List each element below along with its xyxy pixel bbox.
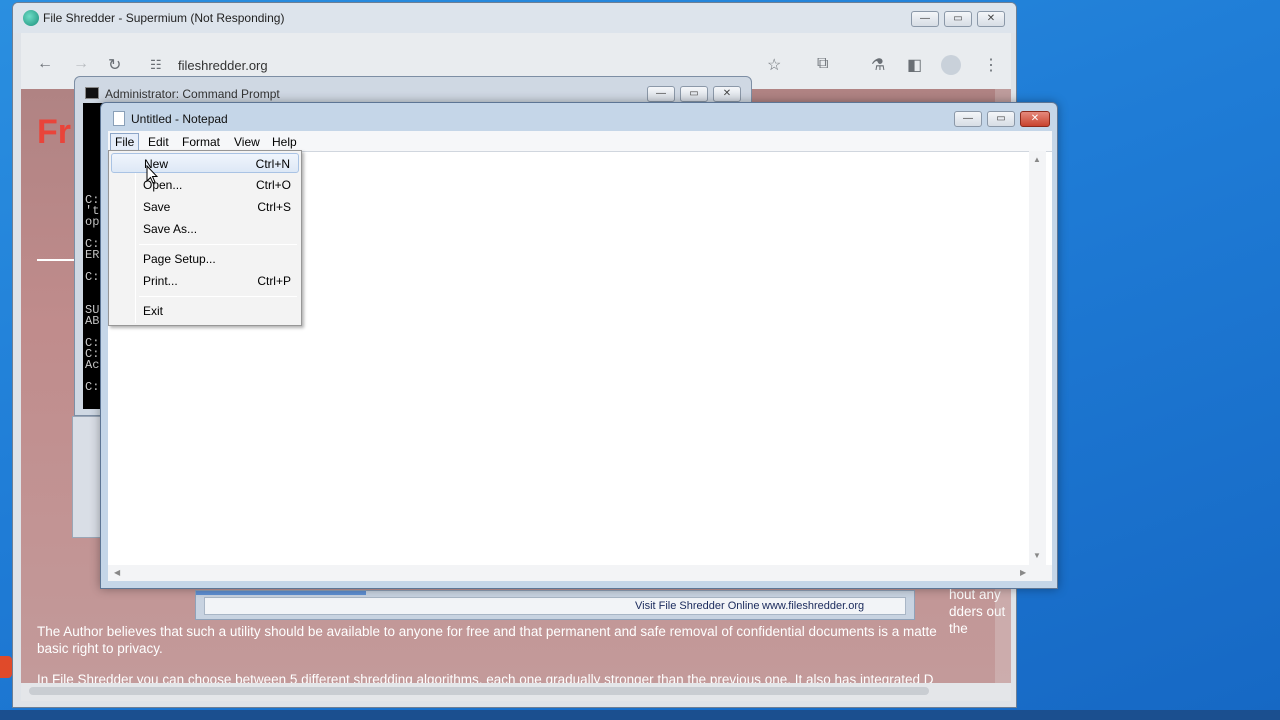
notepad-menubar: File Edit Format View Help — [108, 131, 1052, 151]
scroll-left-arrow-icon[interactable]: ◀ — [114, 568, 120, 577]
menu-format[interactable]: Format — [177, 133, 225, 151]
background-window-fragment — [72, 416, 102, 538]
browser-menu-icon[interactable]: ⋮ — [983, 55, 999, 75]
browser-restore-button[interactable]: ▭ — [944, 11, 972, 27]
back-arrow-icon[interactable]: ← — [37, 55, 53, 73]
menu-item-exit[interactable]: Exit — [111, 301, 299, 321]
heading-divider — [37, 259, 77, 261]
notepad-maximize-button[interactable]: ▭ — [987, 111, 1015, 127]
scroll-up-arrow-icon[interactable]: ▲ — [1033, 155, 1041, 164]
taskbar — [0, 710, 1280, 720]
menu-item-open[interactable]: Open... Ctrl+O — [111, 175, 299, 195]
shredder-accent-strip — [196, 591, 366, 595]
notepad-close-button[interactable]: ✕ — [1020, 111, 1050, 127]
paragraph-1-line-2: basic right to privacy. — [37, 641, 163, 656]
site-link[interactable]: www.fileshredder.org — [762, 600, 864, 612]
notepad-horizontal-scrollbar[interactable]: ◀ ▶ — [108, 565, 1052, 581]
side-panel-icon[interactable]: ◧ — [907, 55, 922, 75]
menu-item-print[interactable]: Print... Ctrl+P — [111, 271, 299, 291]
menu-item-save[interactable]: Save Ctrl+S — [111, 197, 299, 217]
menu-item-label: Print... — [143, 274, 178, 288]
cmd-minimize-button[interactable]: — — [647, 86, 675, 102]
scroll-right-arrow-icon[interactable]: ▶ — [1020, 568, 1026, 577]
forward-arrow-icon[interactable]: → — [73, 55, 89, 73]
cmd-close-button[interactable]: ✕ — [713, 86, 741, 102]
menu-separator — [139, 296, 297, 297]
notepad-minimize-button[interactable]: — — [954, 111, 982, 127]
menu-item-shortcut: Ctrl+S — [257, 200, 291, 214]
browser-minimize-button[interactable]: — — [911, 11, 939, 27]
bookmark-star-icon[interactable]: ☆ — [767, 55, 781, 75]
profile-avatar-icon[interactable] — [941, 55, 961, 75]
notepad-icon — [113, 111, 125, 126]
menu-item-label: Save As... — [143, 222, 198, 236]
supermium-app-icon — [23, 10, 39, 26]
scroll-down-arrow-icon[interactable]: ▼ — [1033, 551, 1041, 560]
menu-item-label: Exit — [143, 304, 164, 318]
menu-view[interactable]: View — [229, 133, 265, 151]
shredder-footer: Visit File Shredder Online www.fileshred… — [204, 597, 906, 615]
paragraph-1-line-1: The Author believes that such a utility … — [37, 624, 937, 639]
menu-file[interactable]: File — [110, 133, 140, 151]
menu-item-shortcut: Ctrl+N — [255, 157, 290, 171]
page-horizontal-scrollbar[interactable] — [21, 683, 1011, 701]
notepad-vertical-scrollbar[interactable]: ▲ ▼ — [1029, 151, 1046, 565]
cmd-icon — [85, 87, 99, 99]
file-menu-dropdown: New Ctrl+N Open... Ctrl+O Save Ctrl+S Sa… — [108, 150, 302, 326]
menu-item-label: Page Setup... — [143, 252, 216, 266]
address-bar-url[interactable]: fileshredder.org — [178, 58, 268, 73]
reload-icon[interactable]: ↻ — [108, 55, 121, 75]
site-settings-icon[interactable]: ☷ — [150, 57, 162, 73]
page-heading: Fr — [37, 113, 71, 151]
menu-item-shortcut: Ctrl+P — [257, 274, 291, 288]
labs-flask-icon[interactable]: ⚗ — [871, 55, 885, 75]
menu-separator — [139, 244, 297, 245]
desktop-app-icon[interactable] — [0, 656, 12, 678]
cmd-title: Administrator: Command Prompt — [105, 87, 280, 101]
menu-help[interactable]: Help — [267, 133, 302, 151]
file-shredder-status-bar: Visit File Shredder Online www.fileshred… — [195, 590, 915, 620]
mouse-pointer-icon — [146, 165, 158, 184]
scrollbar-thumb[interactable] — [29, 687, 929, 695]
browser-title: File Shredder - Supermium (Not Respondin… — [43, 11, 285, 25]
menu-edit[interactable]: Edit — [143, 133, 174, 151]
extensions-icon[interactable]: ⧉ — [817, 55, 828, 73]
menu-item-save-as[interactable]: Save As... — [111, 219, 299, 239]
menu-item-label: Save — [143, 200, 171, 214]
browser-close-button[interactable]: ✕ — [977, 11, 1005, 27]
menu-item-shortcut: Ctrl+O — [255, 178, 291, 192]
menu-item-page-setup[interactable]: Page Setup... — [111, 249, 299, 269]
notepad-title: Untitled - Notepad — [131, 112, 228, 126]
cmd-restore-button[interactable]: ▭ — [680, 86, 708, 102]
visit-online-link[interactable]: Visit File Shredder Online — [635, 600, 760, 612]
menu-item-new[interactable]: New Ctrl+N — [111, 153, 299, 173]
